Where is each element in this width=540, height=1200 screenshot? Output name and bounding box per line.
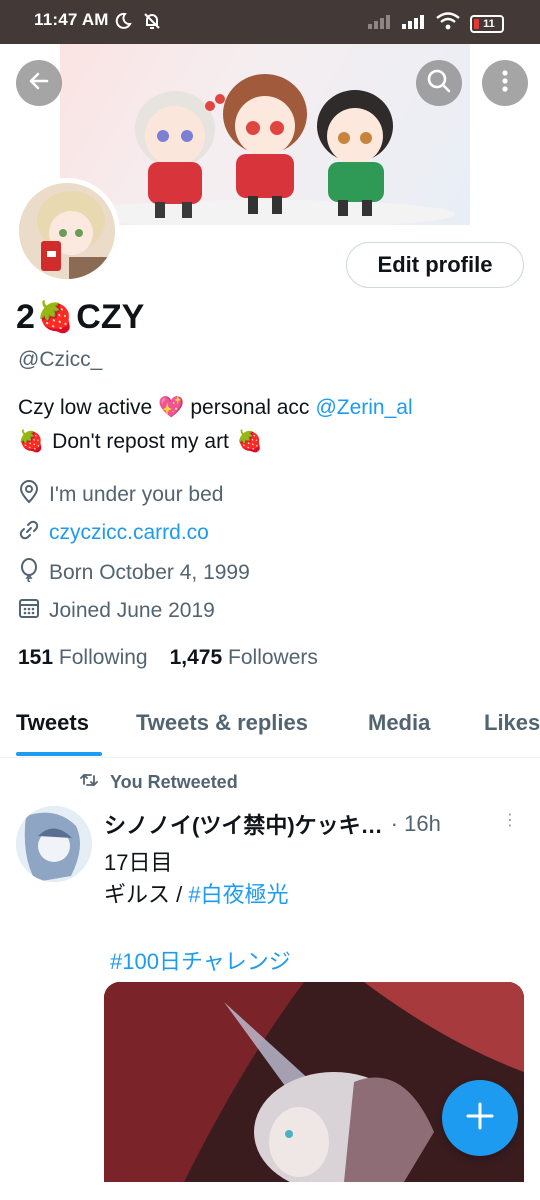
battery-icon: 11 bbox=[470, 14, 504, 33]
birthday-text: Born October 4, 1999 bbox=[49, 561, 250, 584]
profile-avatar[interactable] bbox=[14, 178, 120, 284]
back-arrow-icon bbox=[27, 69, 51, 98]
profile-handle: @Czicc_ bbox=[18, 348, 103, 371]
avatar-image bbox=[19, 183, 115, 279]
wifi-icon bbox=[436, 12, 460, 35]
hashtag-link[interactable]: #100日チャレンジ bbox=[110, 949, 291, 974]
tweet-timestamp: · 16h bbox=[390, 811, 441, 836]
tweet-author-name[interactable]: シノノイ(ツイ禁中)ケッキ… bbox=[104, 808, 383, 840]
link-icon bbox=[18, 519, 40, 547]
joined-text: Joined June 2019 bbox=[49, 599, 215, 622]
search-icon bbox=[426, 68, 452, 99]
followers-link[interactable]: 1,475 Followers bbox=[170, 646, 318, 670]
strawberry-emoji: 🍓 bbox=[18, 430, 45, 453]
tweet-more-button[interactable]: ⋮ bbox=[502, 810, 518, 830]
hashtag-link[interactable]: #白夜極光 bbox=[188, 882, 288, 907]
banner-image bbox=[60, 44, 470, 225]
signal-icon bbox=[368, 13, 392, 34]
moon-icon bbox=[114, 12, 132, 35]
signal-icon bbox=[402, 13, 426, 34]
status-bar: 11:47 AM 11 bbox=[0, 0, 540, 44]
profile-tabs: Tweets Tweets & replies Media Likes bbox=[0, 700, 540, 758]
tweet-text-line-3: #100日チャレンジ bbox=[110, 944, 291, 976]
tab-tweets-replies[interactable]: Tweets & replies bbox=[136, 710, 308, 736]
tab-likes[interactable]: Likes bbox=[484, 710, 540, 736]
tab-media[interactable]: Media bbox=[368, 710, 430, 736]
joined-row: Joined June 2019 bbox=[18, 597, 215, 625]
tweet-text-line-2: ギルス / #白夜極光 bbox=[104, 882, 289, 907]
more-vertical-icon bbox=[501, 69, 509, 98]
website-row: czyczicc.carrd.co bbox=[18, 519, 209, 547]
profile-name: 2 🍓 CZY bbox=[16, 298, 145, 336]
retweet-indicator: You Retweeted bbox=[80, 772, 238, 793]
location-text: I'm under your bed bbox=[49, 483, 224, 506]
retweet-icon bbox=[80, 772, 98, 793]
bio-line-2: 🍓 Don't repost my art 🍓 bbox=[18, 430, 264, 453]
edit-profile-button[interactable]: Edit profile bbox=[346, 242, 524, 288]
status-time: 11:47 AM bbox=[34, 10, 109, 29]
back-button[interactable] bbox=[16, 60, 62, 106]
location-pin-icon bbox=[18, 480, 40, 510]
heart-emoji: 💖 bbox=[158, 396, 185, 419]
notifications-muted-icon bbox=[142, 11, 162, 36]
bio-mention-link[interactable]: @Zerin_al bbox=[315, 396, 412, 420]
strawberry-emoji: 🍓 bbox=[36, 301, 75, 334]
birthday-row: Born October 4, 1999 bbox=[18, 558, 250, 588]
follow-stats: 151 Following 1,475 Followers bbox=[18, 646, 318, 670]
compose-tweet-button[interactable] bbox=[442, 1080, 518, 1156]
tweet-text-line-1: 17日目 bbox=[104, 850, 173, 875]
tab-tweets[interactable]: Tweets bbox=[16, 710, 89, 736]
plus-icon bbox=[465, 1101, 495, 1136]
location-row: I'm under your bed bbox=[18, 480, 223, 510]
active-tab-indicator bbox=[16, 752, 102, 756]
tweet-author-avatar[interactable] bbox=[16, 806, 92, 882]
bio-line-1: Czy low active 💖 personal acc @Zerin_al bbox=[18, 396, 413, 420]
tweet-media-image[interactable] bbox=[104, 982, 524, 1182]
calendar-icon bbox=[18, 597, 40, 625]
search-button[interactable] bbox=[416, 60, 462, 106]
tweet-header: シノノイ(ツイ禁中)ケッキ… · 16h ⋮ bbox=[104, 808, 524, 840]
more-options-button[interactable] bbox=[482, 60, 528, 106]
strawberry-emoji: 🍓 bbox=[236, 430, 264, 453]
balloon-icon bbox=[18, 558, 40, 588]
following-link[interactable]: 151 Following bbox=[18, 646, 148, 670]
website-link[interactable]: czyczicc.carrd.co bbox=[49, 521, 209, 545]
